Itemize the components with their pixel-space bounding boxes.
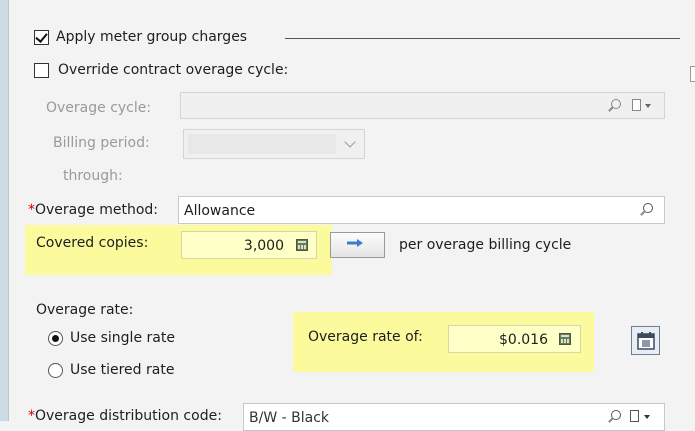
overage-method-label: *Overage method:	[28, 202, 158, 218]
apply-arrow-button[interactable]	[330, 232, 385, 258]
override-cycle-checkbox[interactable]	[34, 63, 49, 78]
search-icon[interactable]	[611, 99, 621, 109]
overage-cycle-label: Overage cycle:	[46, 100, 152, 116]
arrow-right-icon	[347, 239, 363, 247]
required-marker: *	[28, 408, 35, 424]
search-icon[interactable]	[643, 203, 653, 213]
tiered-rate-radio[interactable]	[48, 363, 63, 378]
covered-copies-field[interactable]: 3,000	[181, 231, 317, 259]
covered-copies-value: 3,000	[243, 238, 284, 254]
through-label: through:	[63, 168, 123, 184]
tiered-rate-label: Use tiered rate	[70, 362, 175, 378]
section-divider	[285, 38, 680, 39]
overage-rate-heading: Overage rate:	[36, 302, 134, 318]
covered-copies-label: Covered copies:	[36, 235, 149, 251]
dropdown-arrow-icon[interactable]	[644, 415, 650, 419]
overage-method-value: Allowance	[184, 203, 256, 219]
right-panel-edge	[680, 0, 695, 421]
overage-method-label-text: Overage method:	[35, 202, 158, 218]
collapsed-panel-tab[interactable]	[690, 66, 695, 82]
document-icon[interactable]	[632, 99, 641, 111]
apply-meter-label: Apply meter group charges	[56, 29, 248, 45]
overage-method-field[interactable]: Allowance	[178, 196, 665, 224]
distribution-code-value: B/W - Black	[249, 410, 329, 426]
billing-period-inner	[188, 134, 336, 154]
single-rate-label: Use single rate	[70, 330, 175, 346]
document-icon[interactable]	[630, 410, 639, 422]
distribution-label: *Overage distribution code:	[28, 408, 222, 424]
calendar-calculator-icon	[637, 332, 655, 350]
left-panel-edge	[0, 0, 9, 421]
chevron-down-icon[interactable]	[344, 136, 356, 148]
distribution-label-text: Overage distribution code:	[35, 408, 222, 424]
per-cycle-label: per overage billing cycle	[399, 237, 572, 253]
required-marker: *	[28, 202, 35, 218]
billing-period-select[interactable]	[183, 129, 365, 159]
apply-meter-checkbox[interactable]	[34, 30, 49, 45]
overage-rate-value: $0.016	[499, 332, 548, 348]
overage-rate-field[interactable]: $0.016	[448, 325, 581, 353]
override-cycle-label: Override contract overage cycle:	[58, 62, 289, 78]
distribution-code-field[interactable]: B/W - Black	[243, 403, 665, 431]
rate-calendar-button[interactable]	[631, 326, 660, 355]
single-rate-radio[interactable]	[48, 331, 63, 346]
overage-rate-of-label: Overage rate of:	[308, 329, 423, 345]
overage-cycle-field[interactable]	[180, 92, 665, 119]
billing-period-label: Billing period:	[53, 135, 150, 151]
search-icon[interactable]	[611, 410, 621, 420]
calculator-icon[interactable]	[296, 239, 308, 251]
calculator-icon[interactable]	[559, 333, 571, 345]
dropdown-arrow-icon[interactable]	[645, 104, 651, 108]
